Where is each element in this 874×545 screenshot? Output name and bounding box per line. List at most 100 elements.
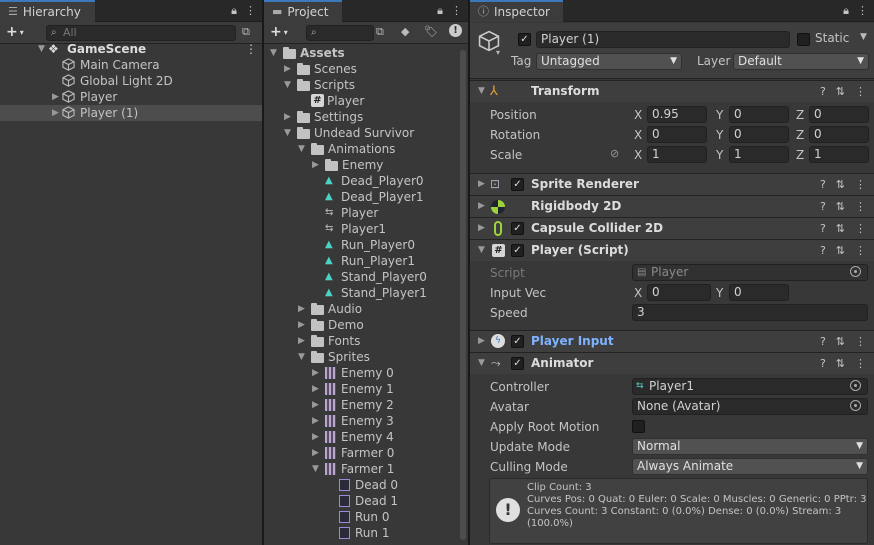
enable-checkbox[interactable]: ✓ <box>511 222 524 235</box>
static-checkbox[interactable] <box>797 33 810 46</box>
enable-checkbox[interactable]: ✓ <box>511 244 524 257</box>
static-dropdown-icon[interactable]: ▼ <box>860 32 867 42</box>
project-item[interactable]: ▼ Undead Survivor <box>264 125 468 141</box>
expand-arrow-icon[interactable]: ▶ <box>312 381 319 397</box>
constrain-scale-icon[interactable]: ⊘ <box>610 147 619 160</box>
preset-icon[interactable]: ⇅ <box>836 174 845 195</box>
enable-checkbox[interactable]: ✓ <box>511 178 524 191</box>
project-item[interactable]: ▶ Fonts <box>264 333 468 349</box>
preset-icon[interactable]: ⇅ <box>836 353 845 374</box>
project-item[interactable]: ▲ Stand_Player0 <box>264 269 468 285</box>
search-options-icon[interactable]: ⧉ <box>242 25 250 39</box>
expand-arrow-icon[interactable]: ▶ <box>312 413 319 429</box>
project-item[interactable]: ▶ Enemy 0 <box>264 365 468 381</box>
tag-dropdown[interactable]: Untagged ▼ <box>536 53 682 70</box>
project-item[interactable]: ▶ Enemy 3 <box>264 413 468 429</box>
preset-icon[interactable]: ⇅ <box>836 81 845 102</box>
help-icon[interactable]: ? <box>820 174 826 195</box>
help-icon[interactable]: ? <box>820 353 826 374</box>
project-item[interactable]: ⇆ Player1 <box>264 221 468 237</box>
tab-hierarchy[interactable]: ☰ Hierarchy <box>0 0 95 22</box>
project-item[interactable]: Dead 1 <box>264 493 468 509</box>
scene-row[interactable]: ▼ ❖ GameScene ⋮ <box>0 41 262 57</box>
hierarchy-item[interactable]: ▶ Player <box>0 89 262 105</box>
component-menu-icon[interactable]: ⋮ <box>855 174 866 195</box>
warning-icon[interactable]: ! <box>449 24 462 37</box>
expand-arrow-icon[interactable]: ▶ <box>312 397 319 413</box>
component-menu-icon[interactable]: ⋮ <box>855 240 866 261</box>
help-icon[interactable]: ? <box>820 81 826 102</box>
expand-arrow-icon[interactable]: ▶ <box>312 157 319 173</box>
project-item[interactable]: ▼ Scripts <box>264 77 468 93</box>
expand-arrow-icon[interactable]: ▼ <box>312 461 319 477</box>
controller-field[interactable]: ⇆ Player1 <box>632 378 868 395</box>
rotation-z-field[interactable]: 0 <box>809 126 869 143</box>
expand-arrow-icon[interactable]: ▼ <box>38 41 45 57</box>
component-menu-icon[interactable]: ⋮ <box>855 196 866 217</box>
rotation-x-field[interactable]: 0 <box>647 126 707 143</box>
help-icon[interactable]: ? <box>820 331 826 352</box>
project-item[interactable]: ▶ Demo <box>264 317 468 333</box>
project-search-input[interactable]: ⌕ <box>306 25 374 41</box>
project-item[interactable]: ▲ Stand_Player1 <box>264 285 468 301</box>
project-item[interactable]: ▲ Dead_Player1 <box>264 189 468 205</box>
create-button[interactable]: + ▾ <box>270 24 288 40</box>
help-icon[interactable]: ? <box>820 218 826 239</box>
label-icon[interactable]: 🏷︎ <box>424 25 438 38</box>
preset-icon[interactable]: ⇅ <box>836 331 845 352</box>
filter-type-icon[interactable]: ◆ <box>401 25 409 38</box>
speed-field[interactable]: 3 <box>632 304 868 321</box>
expand-arrow-icon[interactable]: ▶ <box>298 301 305 317</box>
input-vec-x-field[interactable]: 0 <box>647 284 711 301</box>
more-icon[interactable]: ⋮ <box>245 4 256 18</box>
project-item[interactable]: ▼ Sprites <box>264 349 468 365</box>
project-item[interactable]: ▶ Audio <box>264 301 468 317</box>
expand-arrow-icon[interactable]: ▼ <box>284 125 291 141</box>
project-item[interactable]: ▶ Settings <box>264 109 468 125</box>
expand-arrow-icon[interactable]: ▼ <box>270 45 277 61</box>
expand-arrow-icon[interactable]: ▼ <box>298 141 305 157</box>
culling-mode-dropdown[interactable]: Always Animate ▼ <box>632 458 868 475</box>
icon-dropdown-caret-icon[interactable]: ▾ <box>496 48 500 57</box>
tab-inspector[interactable]: ⓘ Inspector <box>470 0 563 22</box>
more-icon[interactable]: ⋮ <box>857 4 868 18</box>
project-item[interactable]: ⇆ Player <box>264 205 468 221</box>
project-item[interactable]: Run 0 <box>264 509 468 525</box>
position-x-field[interactable]: 0.95 <box>647 106 707 123</box>
object-name-field[interactable]: Player (1) <box>536 31 790 48</box>
project-item[interactable]: ▼ Farmer 1 <box>264 461 468 477</box>
more-icon[interactable]: ⋮ <box>451 4 462 18</box>
project-item[interactable]: ▶ Enemy <box>264 157 468 173</box>
expand-arrow-icon[interactable]: ▶ <box>52 89 59 105</box>
hierarchy-search-input[interactable]: ⌕ All <box>46 25 236 41</box>
hierarchy-item[interactable]: Main Camera <box>0 57 262 73</box>
help-icon[interactable]: ? <box>820 240 826 261</box>
project-item[interactable]: ▶ Scenes <box>264 61 468 77</box>
project-item[interactable]: ▶ Enemy 2 <box>264 397 468 413</box>
position-y-field[interactable]: 0 <box>729 106 789 123</box>
project-item[interactable]: ▲ Dead_Player0 <box>264 173 468 189</box>
scene-menu-icon[interactable]: ⋮ <box>245 41 257 57</box>
animator-header[interactable]: ▼ ⤳ ✓ Animator ? ⇅ ⋮ <box>470 352 874 374</box>
fold-arrow-icon[interactable]: ▶ <box>478 174 485 195</box>
component-menu-icon[interactable]: ⋮ <box>855 331 866 352</box>
position-z-field[interactable]: 0 <box>809 106 869 123</box>
component-menu-icon[interactable]: ⋮ <box>855 218 866 239</box>
fold-arrow-icon[interactable]: ▼ <box>478 353 485 374</box>
sprite-renderer-header[interactable]: ▶ ⊡ ✓ Sprite Renderer ? ⇅ ⋮ <box>470 173 874 195</box>
project-item[interactable]: ▶ Farmer 0 <box>264 445 468 461</box>
expand-arrow-icon[interactable]: ▼ <box>284 77 291 93</box>
rigidbody-header[interactable]: ▶ Rigidbody 2D ? ⇅ ⋮ <box>470 195 874 217</box>
project-item[interactable]: # Player <box>264 93 468 109</box>
fold-arrow-icon[interactable]: ▶ <box>478 331 485 352</box>
project-item[interactable]: Run 1 <box>264 525 468 541</box>
scale-y-field[interactable]: 1 <box>729 146 789 163</box>
avatar-field[interactable]: None (Avatar) <box>632 398 868 415</box>
expand-arrow-icon[interactable]: ▶ <box>284 109 291 125</box>
project-item[interactable]: ▶ Enemy 1 <box>264 381 468 397</box>
component-menu-icon[interactable]: ⋮ <box>855 353 866 374</box>
component-menu-icon[interactable]: ⋮ <box>855 81 866 102</box>
fold-arrow-icon[interactable]: ▶ <box>478 218 485 239</box>
fold-arrow-icon[interactable]: ▼ <box>478 81 485 102</box>
project-item[interactable]: Dead 0 <box>264 477 468 493</box>
